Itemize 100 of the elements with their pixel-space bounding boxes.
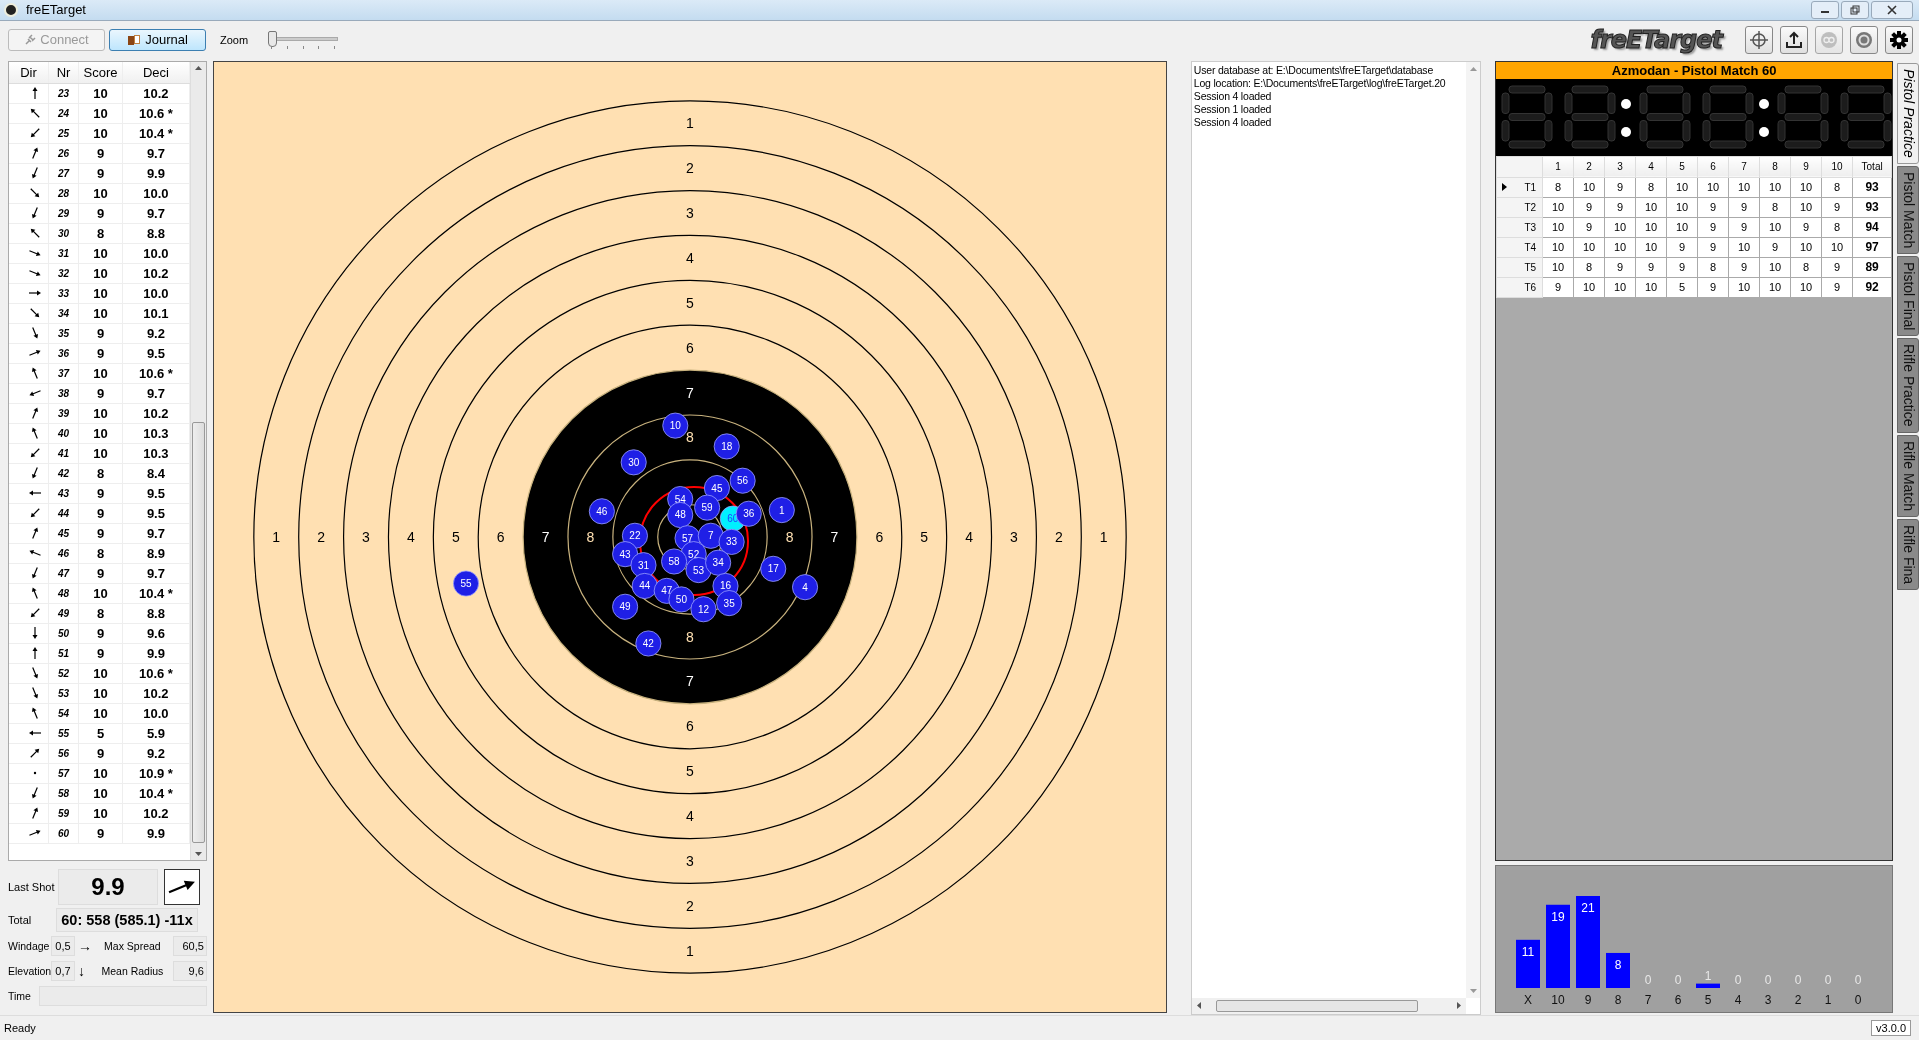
shot-number: 55 bbox=[49, 723, 79, 743]
column-header: 5 bbox=[1666, 156, 1698, 178]
table-cell: 10 bbox=[1635, 197, 1667, 218]
restore-icon[interactable] bbox=[1841, 1, 1869, 19]
upload-button[interactable] bbox=[1780, 25, 1808, 54]
shot-marker[interactable]: 42 bbox=[635, 630, 662, 657]
table-cell: 8 bbox=[1821, 177, 1853, 198]
row-header[interactable]: T4 bbox=[1496, 237, 1543, 258]
version-label: v3.0.0 bbox=[1871, 1020, 1911, 1036]
total-cell: 93 bbox=[1852, 177, 1892, 198]
bar-value: 19 bbox=[1551, 909, 1565, 924]
minimize-icon[interactable] bbox=[1811, 1, 1839, 19]
scrollbar[interactable] bbox=[1191, 997, 1467, 1014]
scroll-up-icon[interactable] bbox=[1468, 65, 1478, 72]
table-cell: 8 bbox=[1821, 217, 1853, 238]
shot-marker[interactable]: 35 bbox=[716, 590, 742, 616]
column-header[interactable]: Nr bbox=[49, 61, 79, 83]
zoom-slider[interactable] bbox=[268, 29, 339, 50]
table-cell: 10 bbox=[1790, 277, 1822, 298]
decimal-score-cell: 8.8 bbox=[123, 223, 190, 243]
shot-marker[interactable]: 56 bbox=[729, 467, 756, 494]
column-header[interactable]: Dir bbox=[9, 61, 49, 83]
score-cell: 10 bbox=[79, 263, 123, 283]
scroll-down-icon[interactable] bbox=[193, 850, 203, 857]
shot-marker[interactable]: 55 bbox=[452, 570, 479, 597]
row-header[interactable]: T1 bbox=[1496, 177, 1543, 198]
table-cell: 8 bbox=[1635, 177, 1667, 198]
shot-marker[interactable]: 58 bbox=[660, 548, 687, 575]
side-tab[interactable]: Pistol Match bbox=[1897, 165, 1919, 254]
bar-category: 8 bbox=[1614, 992, 1622, 1007]
shot-number: 50 bbox=[49, 623, 79, 643]
settings-button[interactable] bbox=[1885, 25, 1913, 54]
status-text: Ready bbox=[4, 1022, 36, 1034]
shot-marker[interactable]: 59 bbox=[693, 494, 720, 521]
table-cell: 10 bbox=[1759, 217, 1791, 238]
side-tab[interactable]: Pistol Final bbox=[1897, 255, 1919, 337]
infinity-icon bbox=[1819, 29, 1839, 50]
decimal-score-cell: 10.4 * bbox=[123, 783, 190, 803]
shot-marker[interactable]: 34 bbox=[705, 549, 731, 576]
shot-marker[interactable]: 46 bbox=[588, 498, 615, 525]
row-header[interactable]: T2 bbox=[1496, 197, 1543, 218]
ring-number: 2 bbox=[317, 528, 325, 545]
shot-marker[interactable]: 33 bbox=[718, 528, 745, 555]
row-header[interactable]: T5 bbox=[1496, 257, 1543, 278]
shot-marker[interactable]: 30 bbox=[620, 449, 647, 476]
score-cell: 9 bbox=[79, 523, 123, 543]
score-cell: 9 bbox=[79, 383, 123, 403]
score-cell: 10 bbox=[79, 83, 123, 103]
row-header[interactable]: T3 bbox=[1496, 217, 1543, 238]
score-cell: 8 bbox=[79, 543, 123, 563]
bar bbox=[1606, 952, 1631, 988]
shot-number: 46 bbox=[49, 543, 79, 563]
shot-marker[interactable]: 18 bbox=[713, 433, 740, 460]
table-cell: 9 bbox=[1604, 197, 1636, 218]
table-cell: 5 bbox=[1666, 277, 1698, 298]
target-button[interactable] bbox=[1850, 25, 1878, 54]
scroll-down-icon[interactable] bbox=[1468, 987, 1478, 994]
scroll-up-icon[interactable] bbox=[193, 64, 203, 71]
shot-marker[interactable]: 44 bbox=[631, 572, 658, 599]
close-icon[interactable] bbox=[1871, 1, 1913, 19]
ring-number: 3 bbox=[685, 852, 694, 869]
ring-number: 8 bbox=[785, 528, 794, 545]
shot-number: 30 bbox=[49, 223, 79, 243]
log-line: User database at: E:\Documents\freETarget\database bbox=[1193, 63, 1435, 77]
shot-marker[interactable]: 4 bbox=[791, 574, 818, 601]
decimal-score-cell: 10.2 bbox=[123, 83, 190, 103]
decimal-score-cell: 10.0 bbox=[123, 283, 190, 303]
shot-number: 40 bbox=[49, 423, 79, 443]
decimal-score-cell: 9.5 bbox=[123, 343, 190, 363]
column-header[interactable]: Deci bbox=[123, 61, 190, 83]
side-tab[interactable]: Rifle Fina bbox=[1897, 518, 1919, 590]
side-tab[interactable]: Pistol Practice bbox=[1897, 62, 1919, 164]
side-tab[interactable]: Rifle Match bbox=[1897, 434, 1919, 517]
scroll-right-icon[interactable] bbox=[1456, 1001, 1463, 1011]
scroll-left-icon[interactable] bbox=[1195, 1001, 1202, 1011]
table-cell: 10 bbox=[1542, 217, 1574, 238]
row-header[interactable]: T6 bbox=[1496, 277, 1543, 298]
shot-number: 26 bbox=[49, 143, 79, 163]
table-cell: 10 bbox=[1573, 237, 1605, 258]
journal-button[interactable]: Journal bbox=[109, 28, 206, 51]
decimal-score-cell: 10.2 bbox=[123, 403, 190, 423]
table-cell: 10 bbox=[1666, 217, 1698, 238]
table-cell: 10 bbox=[1573, 177, 1605, 198]
table-cell: 10 bbox=[1790, 237, 1822, 258]
side-tab[interactable]: Rifle Practice bbox=[1897, 338, 1919, 433]
shot-marker[interactable]: 1 bbox=[768, 496, 795, 523]
table-cell: 10 bbox=[1666, 197, 1698, 218]
score-cell: 10 bbox=[79, 303, 123, 323]
column-header[interactable]: Score bbox=[79, 61, 123, 83]
scrollbar[interactable] bbox=[1466, 61, 1481, 998]
shot-marker[interactable]: 49 bbox=[611, 593, 638, 620]
decimal-score-cell: 8.8 bbox=[123, 603, 190, 623]
shot-marker[interactable]: 17 bbox=[760, 555, 787, 582]
shot-number: 27 bbox=[49, 163, 79, 183]
crosshair-button[interactable] bbox=[1745, 25, 1773, 54]
shot-number: 44 bbox=[49, 503, 79, 523]
shot-marker[interactable]: 12 bbox=[690, 596, 717, 623]
shot-number: 36 bbox=[49, 343, 79, 363]
score-cell: 9 bbox=[79, 623, 123, 643]
decimal-score-cell: 10.2 bbox=[123, 683, 190, 703]
